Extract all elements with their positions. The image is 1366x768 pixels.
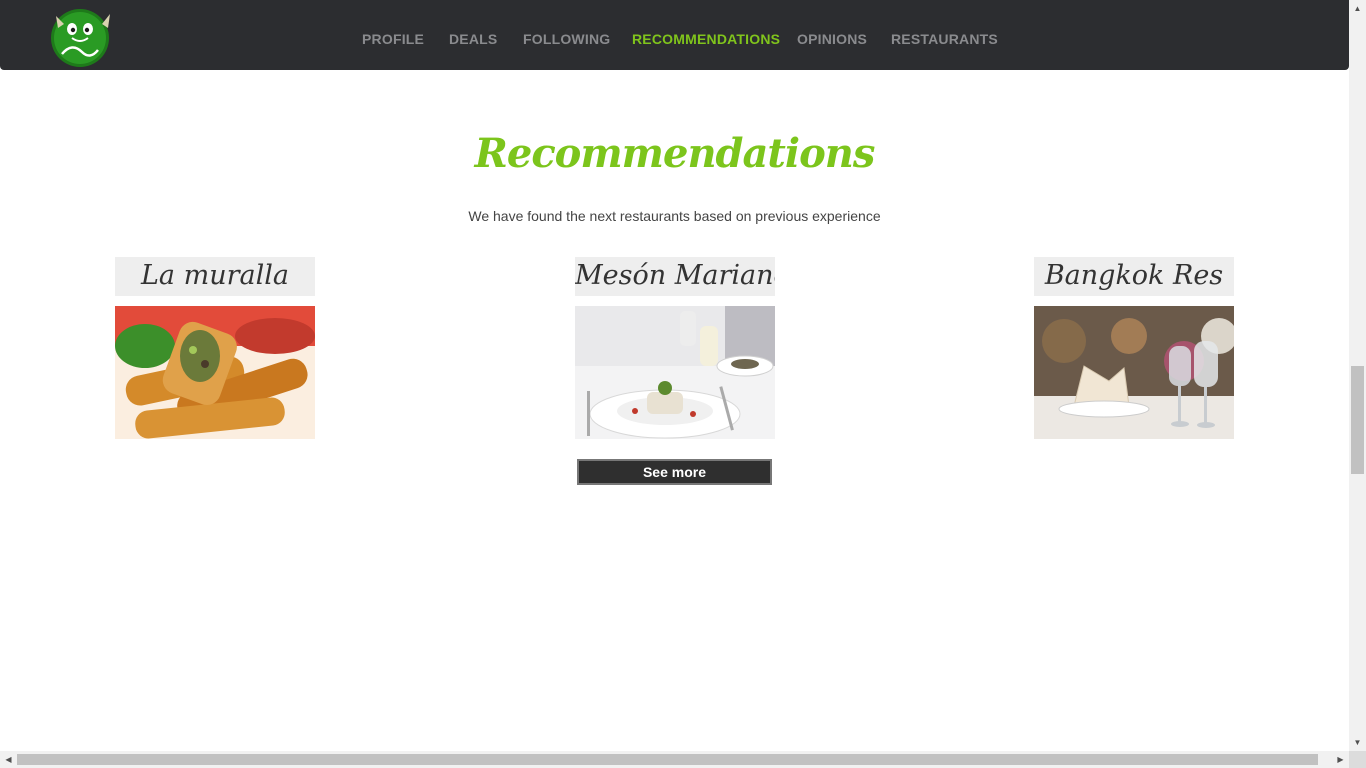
- see-more-button[interactable]: See more: [577, 459, 772, 485]
- nav-profile[interactable]: PROFILE: [362, 31, 424, 47]
- nav-deals[interactable]: DEALS: [449, 31, 497, 47]
- restaurant-image[interactable]: [1034, 306, 1234, 439]
- main-nav: PROFILE DEALS FOLLOWING RECOMMENDATIONS …: [0, 0, 1349, 70]
- nav-restaurants[interactable]: RESTAURANTS: [891, 31, 998, 47]
- horizontal-scrollbar[interactable]: ◀ ▶: [0, 751, 1349, 768]
- restaurant-image[interactable]: [115, 306, 315, 439]
- restaurant-image[interactable]: [575, 306, 775, 439]
- page-title: Recommendations: [474, 130, 876, 177]
- scroll-right-icon[interactable]: ▶: [1332, 751, 1349, 768]
- top-navbar: PROFILE DEALS FOLLOWING RECOMMENDATIONS …: [0, 0, 1349, 70]
- scrollbar-corner: [1349, 751, 1366, 768]
- vertical-scroll-thumb[interactable]: [1351, 366, 1364, 474]
- horizontal-scroll-thumb[interactable]: [17, 754, 1318, 765]
- scroll-left-icon[interactable]: ◀: [0, 751, 17, 768]
- page-subtitle: We have found the next restaurants based…: [468, 208, 881, 224]
- restaurant-name[interactable]: Bangkok Res: [1034, 257, 1234, 296]
- restaurant-card[interactable]: Mesón Mariano: [575, 257, 775, 439]
- nav-opinions[interactable]: OPINIONS: [797, 31, 867, 47]
- restaurant-name[interactable]: Mesón Mariano: [575, 257, 775, 296]
- restaurant-card[interactable]: La muralla: [115, 257, 315, 439]
- nav-recommendations[interactable]: RECOMMENDATIONS: [632, 31, 780, 47]
- nav-following[interactable]: FOLLOWING: [523, 31, 610, 47]
- restaurant-card[interactable]: Bangkok Res: [1034, 257, 1234, 439]
- restaurant-name[interactable]: La muralla: [115, 257, 315, 296]
- vertical-scrollbar[interactable]: ▲ ▼: [1349, 0, 1366, 751]
- scroll-up-icon[interactable]: ▲: [1349, 0, 1366, 17]
- scroll-down-icon[interactable]: ▼: [1349, 734, 1366, 751]
